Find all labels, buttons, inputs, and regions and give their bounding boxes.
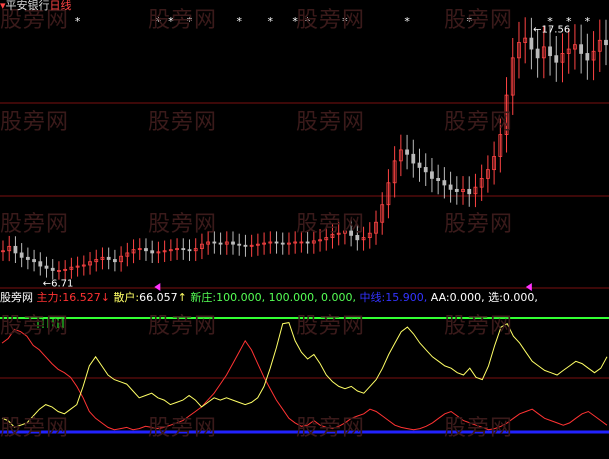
indicator-item-aa: AA:0.000, — [430, 291, 485, 304]
candle-body — [430, 171, 434, 179]
candle-body — [231, 241, 235, 245]
chart-svg[interactable]: ←6.71←17.56*************** — [0, 0, 609, 455]
period-label[interactable]: 日线 — [50, 0, 72, 12]
stock-name: 平安银行 — [5, 0, 50, 12]
signal-star-marker: * — [75, 15, 81, 28]
candle-body — [280, 242, 285, 245]
marker-triangle — [525, 283, 532, 291]
signal-star-marker: * — [547, 15, 553, 28]
candle-body — [585, 53, 590, 61]
candle-body — [212, 241, 217, 244]
candle-body — [355, 234, 360, 241]
candle-body — [467, 188, 472, 195]
indicator-item-select: 选:0.000, — [488, 291, 538, 304]
signal-star-marker: * — [585, 15, 591, 28]
signal-star-marker: * — [466, 15, 472, 28]
candle-body — [44, 265, 49, 269]
candle-body — [417, 162, 422, 168]
candle-body — [243, 244, 248, 247]
candle-body — [112, 259, 117, 263]
candle-body — [50, 267, 55, 271]
candle-body — [604, 39, 608, 46]
candle-body — [218, 242, 223, 245]
stock-title: ▾平安银行日线 — [0, 0, 72, 13]
candle-body — [32, 259, 36, 263]
candle-body — [448, 184, 453, 190]
candle-body — [181, 248, 186, 251]
candle-body — [237, 243, 242, 246]
candle-body — [25, 256, 30, 260]
candle-body — [19, 252, 24, 258]
candle-body — [535, 48, 540, 59]
candle-body — [442, 180, 447, 186]
indicator-item-retail: 散户:66.057↑ — [113, 291, 187, 304]
signal-star-marker: * — [292, 15, 298, 28]
marker-triangle — [154, 283, 161, 291]
signal-star-marker: * — [566, 15, 572, 28]
signal-star-marker: * — [268, 15, 274, 28]
candle-body — [144, 248, 148, 252]
main-force-line — [1, 328, 608, 431]
candle-body — [106, 256, 111, 260]
indicator-item-new-dealer: 新庄:100.000, 100.000, 0.000, — [190, 291, 357, 304]
indicator-header: 股旁网 主力:16.527↓ 散户:66.057↑ 新庄:100.000, 10… — [0, 291, 538, 305]
candle-body — [38, 261, 43, 267]
candle-body — [554, 55, 559, 63]
indicator-name[interactable]: 股旁网 — [0, 291, 33, 304]
indicator-item-midline: 中线:15.900, — [359, 291, 428, 304]
candle-body — [454, 188, 459, 192]
candle-body — [548, 46, 552, 57]
candle-body — [274, 241, 279, 244]
retail-line — [1, 322, 608, 428]
signal-star-marker: * — [404, 15, 410, 28]
signal-star-marker: * — [156, 15, 162, 28]
candle-body — [529, 37, 534, 50]
signal-star-marker: * — [342, 15, 348, 28]
candle-body — [579, 44, 584, 54]
signal-star-marker: * — [305, 15, 311, 28]
indicator-item-main: 主力:16.527↓ — [36, 291, 110, 304]
signal-star-marker: * — [187, 15, 193, 28]
candle-body — [13, 245, 18, 254]
candle-body — [405, 149, 409, 155]
signal-star-marker: * — [168, 15, 174, 28]
candle-body — [305, 241, 310, 244]
candle-body — [411, 153, 416, 164]
candle-body — [423, 167, 428, 173]
chart-stage[interactable]: ←6.71←17.56*************** 股旁网 股旁网 股旁网 股… — [0, 0, 609, 455]
candle-body — [349, 230, 354, 236]
candle-body — [150, 250, 155, 254]
low-price-label: ←6.71 — [43, 278, 74, 289]
signal-star-marker: * — [236, 15, 242, 28]
candle-body — [436, 177, 441, 181]
candle-body — [187, 249, 192, 252]
